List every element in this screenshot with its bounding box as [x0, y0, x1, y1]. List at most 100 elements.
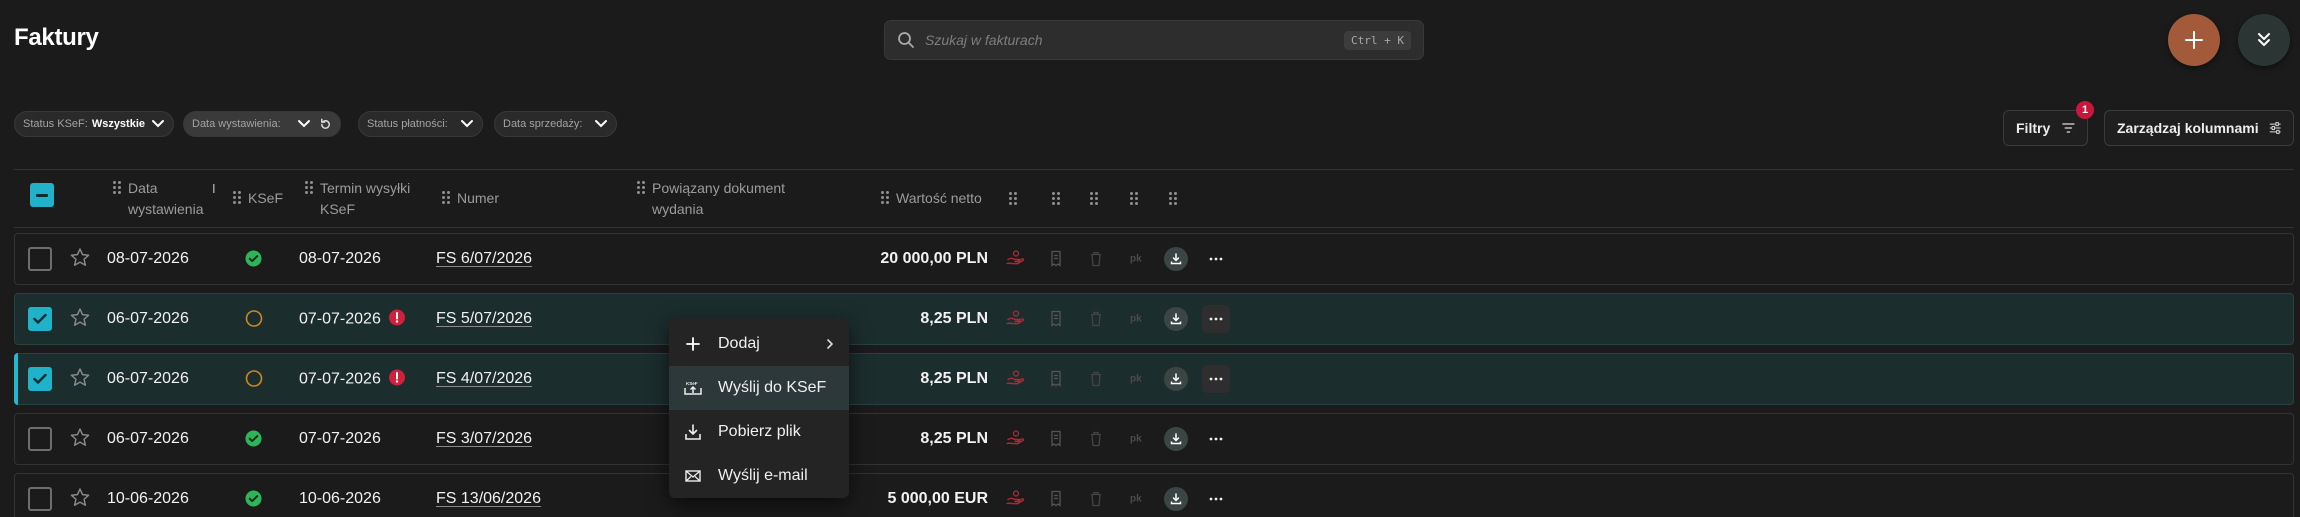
chevron-down-icon	[152, 120, 165, 128]
row-more-button[interactable]	[1202, 485, 1230, 513]
column-drag-handle[interactable]	[1130, 192, 1138, 210]
invoice-number-link[interactable]: FS 5/07/2026	[436, 310, 532, 328]
delete-icon[interactable]	[1089, 490, 1103, 506]
drag-handle-icon[interactable]	[1130, 192, 1138, 205]
drag-handle-icon[interactable]	[1090, 192, 1098, 205]
receipt-icon[interactable]	[1049, 310, 1063, 327]
delete-icon[interactable]	[1089, 370, 1103, 386]
receipt-icon[interactable]	[1049, 430, 1063, 447]
download-button[interactable]	[1164, 487, 1188, 511]
drag-handle-icon[interactable]	[1009, 192, 1017, 205]
payment-hand-icon[interactable]	[1006, 490, 1025, 506]
deadline-text: 07-07-2026	[299, 310, 381, 328]
drag-handle-icon[interactable]	[1052, 192, 1060, 205]
column-header-label: Numer	[457, 190, 500, 206]
download-button[interactable]	[1164, 247, 1188, 271]
reset-icon[interactable]	[319, 118, 332, 131]
column-header-ksef[interactable]: KSeF	[233, 188, 283, 209]
table-row[interactable]: 08-07-2026 08-07-2026 FS 6/07/2026 20 000,0…	[14, 233, 2294, 285]
filters-button[interactable]: Filtry	[2003, 110, 2088, 146]
receipt-icon[interactable]	[1049, 490, 1063, 507]
star-icon[interactable]	[69, 427, 91, 449]
pk-icon[interactable]: pk	[1130, 314, 1142, 325]
download-button[interactable]	[1164, 427, 1188, 451]
filter-chip-ksef-status[interactable]: Status KSeF: Wszystkie	[14, 111, 175, 137]
deadline-text: 07-07-2026	[299, 430, 381, 447]
drag-handle-icon[interactable]	[1169, 192, 1177, 205]
receipt-icon[interactable]	[1049, 370, 1063, 387]
search-bar[interactable]: Ctrl + K	[884, 20, 1424, 60]
row-more-button[interactable]	[1202, 245, 1230, 273]
delete-icon[interactable]	[1089, 430, 1103, 446]
menu-item-send-email[interactable]: Wyślij e-mail	[669, 454, 849, 498]
drag-handle-icon[interactable]	[881, 191, 889, 204]
select-all-checkbox[interactable]	[30, 183, 54, 207]
row-more-button[interactable]	[1202, 365, 1230, 393]
net-value-cell: 20 000,00 PLN	[880, 250, 988, 267]
row-checkbox[interactable]	[28, 307, 52, 331]
warning-icon	[388, 309, 405, 326]
invoice-number-link[interactable]: FS 3/07/2026	[436, 430, 532, 448]
payment-hand-icon[interactable]	[1006, 430, 1025, 446]
star-icon[interactable]	[69, 487, 91, 509]
menu-item-download[interactable]: Pobierz plik	[669, 410, 849, 454]
drag-handle-icon[interactable]	[442, 191, 450, 204]
ksef-status-cell	[245, 250, 262, 272]
column-header-issue-date[interactable]: Data wystawienia I	[113, 178, 221, 220]
row-checkbox[interactable]	[28, 487, 52, 511]
filter-chip-payment-status[interactable]: Status płatności:	[358, 111, 483, 137]
table-row[interactable]: 06-07-2026 07-07-2026 FS 5/07/2026 8,25 PLN…	[14, 293, 2294, 345]
delete-icon[interactable]	[1089, 250, 1103, 266]
column-header-ksef-deadline[interactable]: Termin wysyłki KSeF	[305, 178, 435, 220]
pk-icon[interactable]: pk	[1130, 494, 1142, 505]
filter-chip-sale-date[interactable]: Data sprzedaży:	[494, 111, 618, 137]
row-checkbox[interactable]	[28, 247, 52, 271]
row-checkbox[interactable]	[28, 367, 52, 391]
plus-icon	[686, 337, 700, 351]
pk-icon[interactable]: pk	[1130, 374, 1142, 385]
payment-hand-icon[interactable]	[1006, 310, 1025, 326]
delete-icon[interactable]	[1089, 310, 1103, 326]
invoice-number-link[interactable]: FS 13/06/2026	[436, 490, 541, 508]
drag-handle-icon[interactable]	[305, 181, 313, 194]
drag-handle-icon[interactable]	[113, 181, 121, 194]
star-icon[interactable]	[69, 307, 91, 329]
download-button[interactable]	[1164, 367, 1188, 391]
table-row[interactable]: 10-06-2026 10-06-2026 FS 13/06/2026 5 000,0…	[14, 473, 2294, 517]
payment-hand-icon[interactable]	[1006, 370, 1025, 386]
star-icon[interactable]	[69, 247, 91, 269]
row-checkbox[interactable]	[28, 427, 52, 451]
ksef-send-icon: KSeF	[684, 381, 702, 395]
column-drag-handle[interactable]	[1169, 192, 1177, 210]
chevron-down-icon	[460, 120, 473, 128]
column-header-net-value[interactable]: Wartość netto	[881, 188, 982, 209]
column-header-related-doc[interactable]: Powiązany dokument wydania	[637, 178, 807, 220]
invoice-number-link[interactable]: FS 6/07/2026	[436, 250, 532, 268]
search-input[interactable]	[925, 32, 1345, 48]
download-button[interactable]	[1164, 307, 1188, 331]
menu-item-send-ksef[interactable]: KSeF Wyślij do KSeF	[669, 366, 849, 410]
column-drag-handle[interactable]	[1052, 192, 1060, 210]
table-row[interactable]: 06-07-2026 07-07-2026 FS 4/07/2026 8,25 PLN…	[14, 353, 2294, 405]
column-drag-handle[interactable]	[1090, 192, 1098, 210]
pk-icon[interactable]: pk	[1130, 254, 1142, 265]
expand-actions-button[interactable]	[2238, 14, 2290, 66]
table-row[interactable]: 06-07-2026 07-07-2026 FS 3/07/2026 8,25 PLN…	[14, 413, 2294, 465]
column-header-number[interactable]: Numer	[442, 188, 499, 209]
column-header-label: Powiązany dokument wydania	[652, 180, 786, 217]
column-drag-handle[interactable]	[1009, 192, 1017, 210]
filter-chip-issue-date[interactable]: Data wystawienia:	[183, 111, 341, 137]
pk-icon[interactable]: pk	[1130, 434, 1142, 445]
add-invoice-button[interactable]	[2168, 14, 2220, 66]
invoice-number-link[interactable]: FS 4/07/2026	[436, 370, 532, 388]
menu-item-add[interactable]: Dodaj	[669, 322, 849, 366]
receipt-icon[interactable]	[1049, 250, 1063, 267]
row-more-button[interactable]	[1202, 305, 1230, 333]
payment-hand-icon[interactable]	[1006, 250, 1025, 266]
drag-handle-icon[interactable]	[637, 181, 645, 194]
star-icon[interactable]	[69, 367, 91, 389]
row-more-button[interactable]	[1202, 425, 1230, 453]
drag-handle-icon[interactable]	[233, 191, 241, 204]
manage-columns-button[interactable]: Zarządzaj kolumnami	[2104, 110, 2294, 146]
download-icon	[1170, 433, 1182, 445]
